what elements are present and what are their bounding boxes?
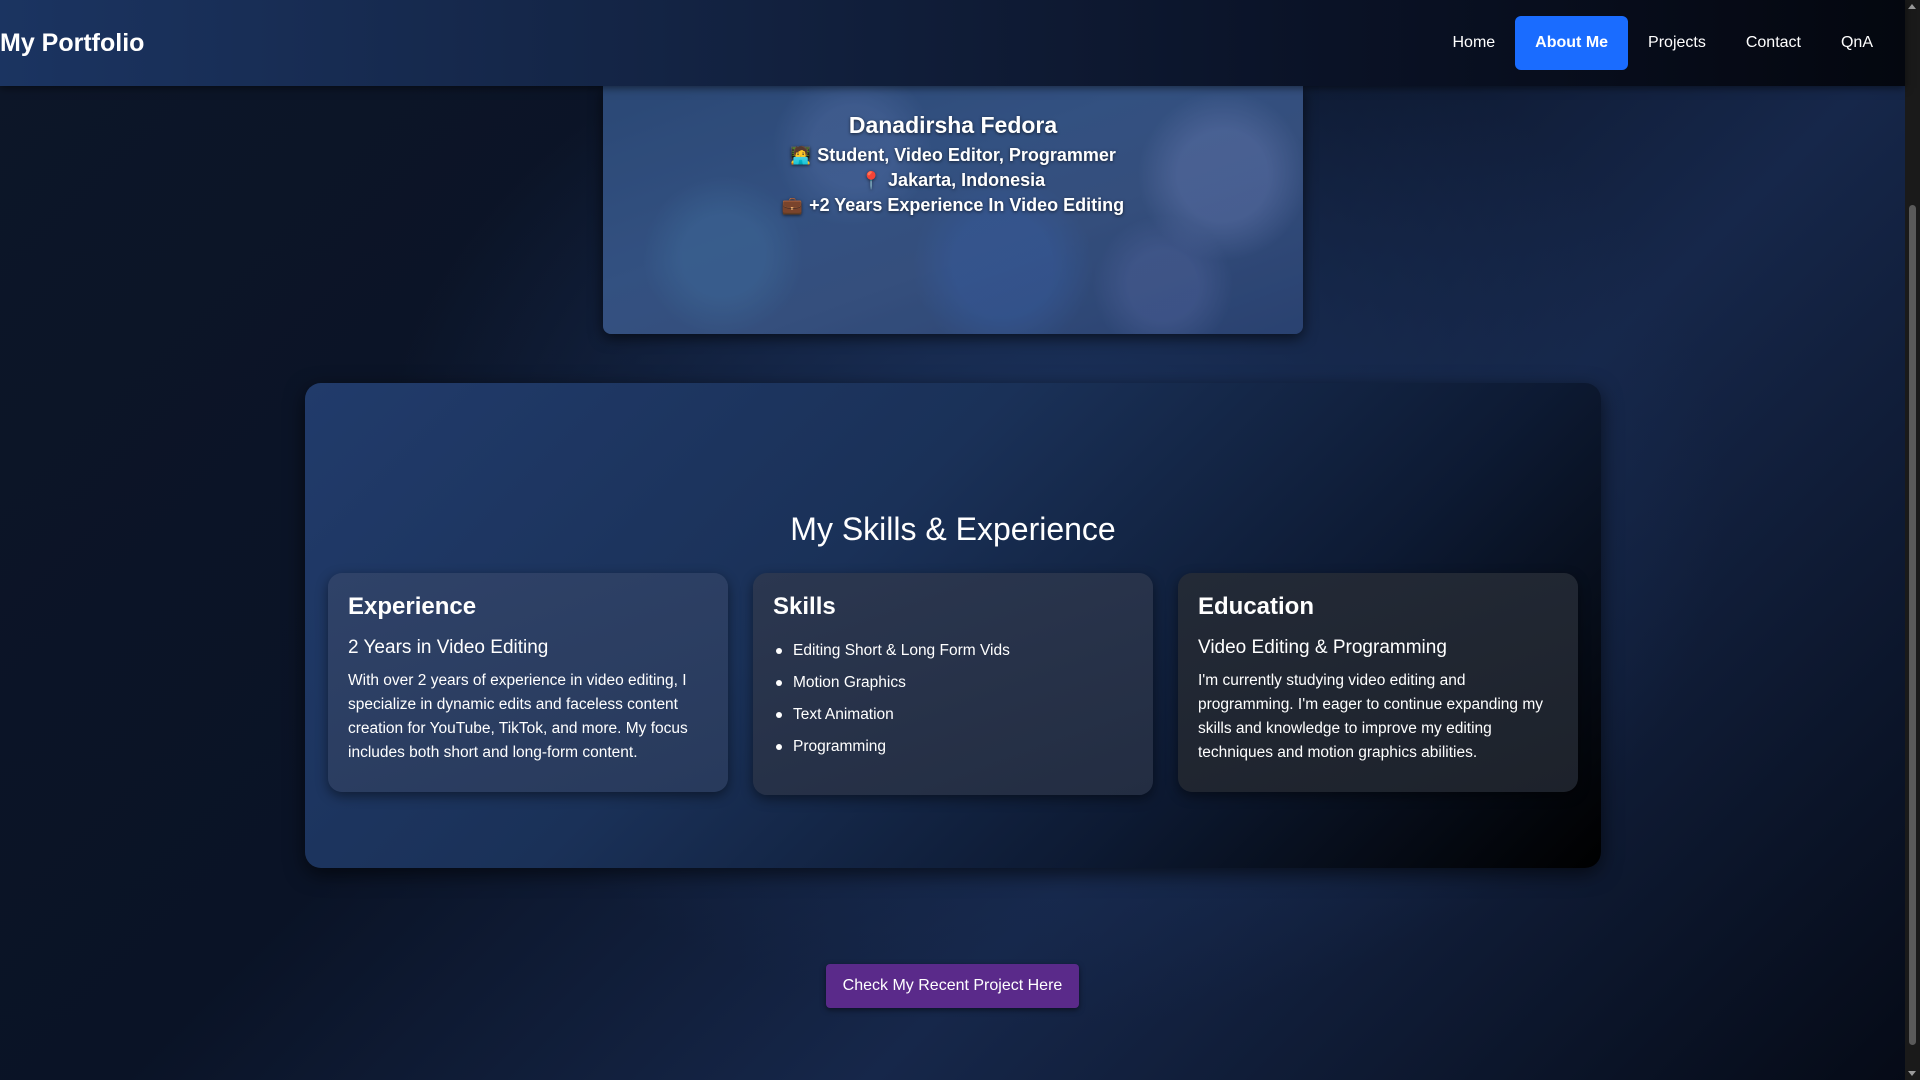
- skills-section: My Skills & Experience Experience 2 Year…: [305, 383, 1601, 868]
- nav-home-link[interactable]: Home: [1432, 16, 1515, 70]
- profile-card: Danadirsha Fedora 🧑‍💻 Student, Video Edi…: [603, 86, 1303, 334]
- card-title: Skills: [773, 593, 836, 620]
- skill-item: Text Animation: [776, 699, 1133, 731]
- profile-role-text: Student, Video Editor, Programmer: [817, 145, 1116, 165]
- site-brand[interactable]: My Portfolio: [0, 29, 144, 58]
- profile-info: Danadirsha Fedora 🧑‍💻 Student, Video Edi…: [603, 112, 1303, 218]
- experience-card: Experience 2 Years in Video Editing With…: [328, 573, 728, 792]
- profile-role: 🧑‍💻 Student, Video Editor, Programmer: [790, 143, 1116, 168]
- profile-name: Danadirsha Fedora: [848, 112, 1058, 138]
- card-subtitle: Video Editing & Programming: [1198, 637, 1447, 658]
- profile-location: 📍 Jakarta, Indonesia: [861, 168, 1045, 193]
- scrollbar-thumb[interactable]: [1909, 205, 1916, 1045]
- profile-experience: 💼 +2 Years Experience In Video Editing: [782, 193, 1124, 218]
- briefcase-icon: 💼: [781, 196, 804, 215]
- nav-projects-link[interactable]: Projects: [1628, 16, 1726, 70]
- education-card: Education Video Editing & Programming I'…: [1178, 573, 1578, 792]
- skill-item: Editing Short & Long Form Vids: [776, 635, 1133, 667]
- nav-contact-link[interactable]: Contact: [1726, 16, 1821, 70]
- card-subtitle: 2 Years in Video Editing: [348, 637, 549, 658]
- card-text: With over 2 years of experience in video…: [348, 672, 688, 761]
- skill-item: Programming: [776, 731, 1133, 763]
- card-title: Experience: [348, 593, 477, 620]
- page-scrollbar[interactable]: [1905, 0, 1920, 1080]
- skill-list: Editing Short & Long Form Vids Motion Gr…: [773, 635, 1133, 763]
- navbar: My Portfolio Home About Me Projects Cont…: [0, 0, 1905, 86]
- nav-qna-link[interactable]: QnA: [1821, 16, 1893, 70]
- scroll-up-icon[interactable]: [1908, 4, 1916, 9]
- skill-item: Motion Graphics: [776, 667, 1133, 699]
- recent-project-button[interactable]: Check My Recent Project Here: [826, 964, 1079, 1008]
- nav-about-link[interactable]: About Me: [1515, 16, 1629, 70]
- profile-experience-text: +2 Years Experience In Video Editing: [809, 195, 1125, 215]
- technologist-icon: 🧑‍💻: [790, 146, 812, 165]
- profile-location-text: Jakarta, Indonesia: [888, 170, 1046, 190]
- card-text: I'm currently studying video editing and…: [1198, 672, 1544, 761]
- scroll-down-icon[interactable]: [1908, 1071, 1916, 1076]
- pin-icon: 📍: [860, 171, 883, 190]
- section-title: My Skills & Experience: [790, 511, 1116, 547]
- nav-links: Home About Me Projects Contact QnA: [1432, 16, 1905, 70]
- card-title: Education: [1198, 593, 1315, 620]
- skills-card: Skills Editing Short & Long Form Vids Mo…: [753, 573, 1153, 795]
